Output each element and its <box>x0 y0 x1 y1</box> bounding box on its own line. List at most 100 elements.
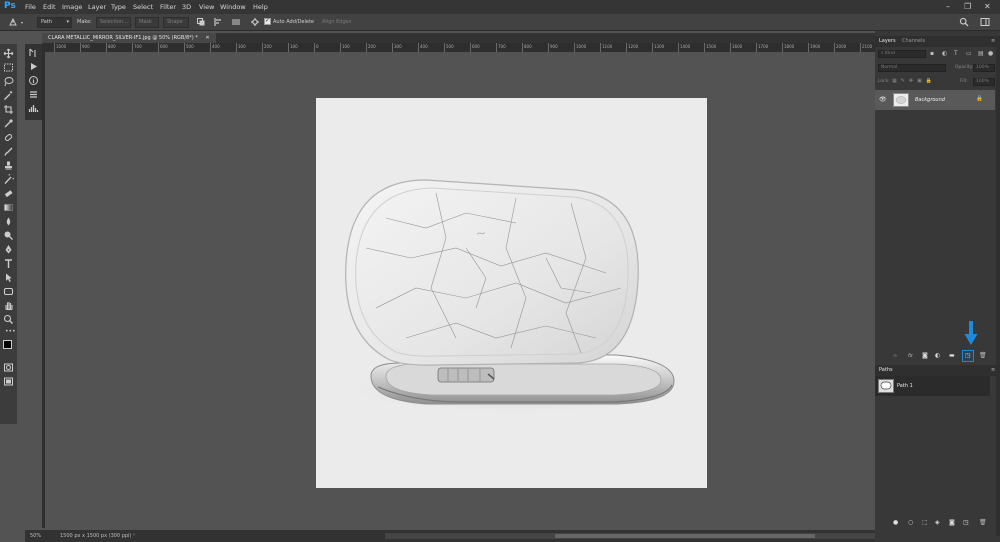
path-name[interactable]: Path 1 <box>897 383 913 389</box>
restore-icon[interactable]: ❐ <box>964 2 971 11</box>
paths-menu-icon[interactable]: ≡ <box>991 367 995 373</box>
menu-help[interactable]: Help <box>253 3 268 11</box>
shape-button[interactable]: Shape <box>163 17 189 28</box>
zoom-level[interactable]: 50% <box>30 533 41 539</box>
horizontal-scrollbar[interactable] <box>385 533 875 539</box>
tool-preset-arrow-icon[interactable]: ▾ <box>21 20 23 25</box>
add-path-mask-icon[interactable]: ◙ <box>949 519 955 526</box>
panel-menu-icon[interactable]: ≡ <box>991 38 995 44</box>
menu-view[interactable]: View <box>199 3 214 11</box>
photoshop-logo[interactable]: Ps <box>4 1 16 11</box>
type-tool-icon[interactable] <box>3 258 14 269</box>
quick-mask-icon[interactable] <box>3 362 14 373</box>
eye-icon[interactable]: 👁 <box>879 96 887 103</box>
layer-name[interactable]: Background <box>915 97 945 103</box>
new-path-icon[interactable]: ◳ <box>963 519 969 526</box>
magic-wand-tool-icon[interactable] <box>3 90 14 101</box>
layer-row-background[interactable]: 👁 Background 🔒 <box>875 90 995 110</box>
search-icon[interactable] <box>959 17 969 27</box>
fill-path-icon[interactable]: ● <box>893 519 898 526</box>
gear-icon[interactable] <box>250 17 260 27</box>
path-row[interactable]: Path 1 <box>875 376 990 396</box>
selection-button[interactable]: Selection... <box>96 17 131 28</box>
clone-stamp-tool-icon[interactable] <box>3 160 14 171</box>
panel-scrollbar[interactable] <box>996 36 1000 536</box>
auto-add-delete-checkbox[interactable]: ✓ <box>264 17 271 25</box>
make-work-path-icon[interactable]: ◈ <box>935 519 940 526</box>
path-selection-tool-icon[interactable] <box>3 272 14 283</box>
mask-button[interactable]: Mask <box>135 17 159 28</box>
healing-brush-tool-icon[interactable] <box>3 132 14 143</box>
lasso-tool-icon[interactable] <box>3 76 14 87</box>
mode-select[interactable]: Path ▾ <box>37 17 72 28</box>
trash-icon[interactable]: 🗑 <box>979 352 987 359</box>
path-arrangement-icon[interactable] <box>231 17 241 27</box>
crop-tool-icon[interactable] <box>3 104 14 115</box>
history-panel-icon[interactable] <box>28 47 39 58</box>
opacity-input[interactable]: 100% <box>973 64 995 72</box>
dodge-tool-icon[interactable] <box>3 230 14 241</box>
workspace-icon[interactable] <box>980 17 990 27</box>
actions-panel-icon[interactable] <box>28 61 39 72</box>
close-tab-icon[interactable]: ✕ <box>205 35 209 41</box>
zoom-tool-icon[interactable] <box>3 314 14 325</box>
menu-3d[interactable]: 3D <box>182 3 191 11</box>
more-tools-icon[interactable]: ••• <box>5 328 16 335</box>
load-selection-icon[interactable]: ⬚ <box>922 519 928 526</box>
menu-type[interactable]: Type <box>111 3 126 11</box>
pen-tool-icon[interactable] <box>3 244 14 255</box>
adjustment-layer-icon[interactable]: ◐ <box>935 352 940 359</box>
shape-filter-icon[interactable]: ▭ <box>966 50 972 57</box>
hand-tool-icon[interactable] <box>3 300 14 311</box>
foreground-color-swatch[interactable] <box>3 340 12 349</box>
link-layers-icon[interactable]: ∞ <box>893 353 897 359</box>
lock-options-icons[interactable]: ▦✎✥▣🔒 <box>892 78 936 84</box>
rectangle-tool-icon[interactable] <box>3 286 14 297</box>
histogram-panel-icon[interactable] <box>28 103 39 114</box>
properties-panel-icon[interactable] <box>28 89 39 100</box>
menu-filter[interactable]: Filter <box>160 3 176 11</box>
status-menu-arrow-icon[interactable]: › <box>133 532 135 538</box>
type-filter-icon[interactable]: T <box>954 50 958 57</box>
menu-image[interactable]: Image <box>62 3 82 11</box>
minimize-icon[interactable]: – <box>946 2 950 11</box>
menu-select[interactable]: Select <box>133 3 153 11</box>
menu-layer[interactable]: Layer <box>88 3 106 11</box>
blur-tool-icon[interactable] <box>3 216 14 227</box>
fill-input[interactable]: 100% <box>973 78 995 86</box>
adjustment-filter-icon[interactable]: ◐ <box>942 50 947 57</box>
path-operations-icon[interactable] <box>196 17 206 27</box>
pen-tool-icon[interactable] <box>8 17 18 27</box>
brush-tool-icon[interactable] <box>3 146 14 157</box>
marquee-tool-icon[interactable] <box>3 62 14 73</box>
menu-window[interactable]: Window <box>220 3 246 11</box>
menu-edit[interactable]: Edit <box>43 3 56 11</box>
scrollbar-thumb[interactable] <box>555 534 815 538</box>
info-panel-icon[interactable] <box>28 75 39 86</box>
add-mask-icon[interactable]: ◙ <box>922 352 928 359</box>
delete-path-icon[interactable]: 🗑 <box>979 519 987 526</box>
eraser-tool-icon[interactable] <box>3 188 14 199</box>
stroke-path-icon[interactable]: ○ <box>908 519 913 526</box>
new-group-icon[interactable]: ▬ <box>949 352 955 359</box>
gradient-tool-icon[interactable] <box>3 202 14 213</box>
tab-paths[interactable]: Paths <box>879 367 893 373</box>
path-alignment-icon[interactable] <box>213 17 223 27</box>
pixel-filter-icon[interactable]: ▪ <box>930 50 934 57</box>
fx-icon[interactable]: fx <box>908 353 913 359</box>
tab-layers[interactable]: Layers <box>879 38 896 44</box>
eyedropper-tool-icon[interactable] <box>3 118 14 129</box>
history-brush-tool-icon[interactable] <box>3 174 14 185</box>
document-info[interactable]: 1500 px x 1500 px (300 ppi) <box>60 533 131 539</box>
move-tool-icon[interactable] <box>3 48 14 59</box>
layer-filter-search[interactable]: ⌕ Kind <box>878 50 926 58</box>
screen-mode-icon[interactable] <box>3 376 14 387</box>
filter-toggle-icon[interactable]: ● <box>988 50 993 57</box>
smart-object-filter-icon[interactable]: ▤ <box>978 50 984 57</box>
document-canvas[interactable]: ~ <box>316 98 707 488</box>
new-layer-button[interactable]: ◳ <box>962 350 974 362</box>
document-tab[interactable]: CLARA METALLIC_MIRROR_SILVER-IF1.jpg @ 5… <box>42 33 216 43</box>
tab-channels[interactable]: Channels <box>902 38 925 44</box>
blend-mode-select[interactable]: Normal <box>878 64 946 72</box>
close-icon[interactable]: ✕ <box>984 2 991 11</box>
